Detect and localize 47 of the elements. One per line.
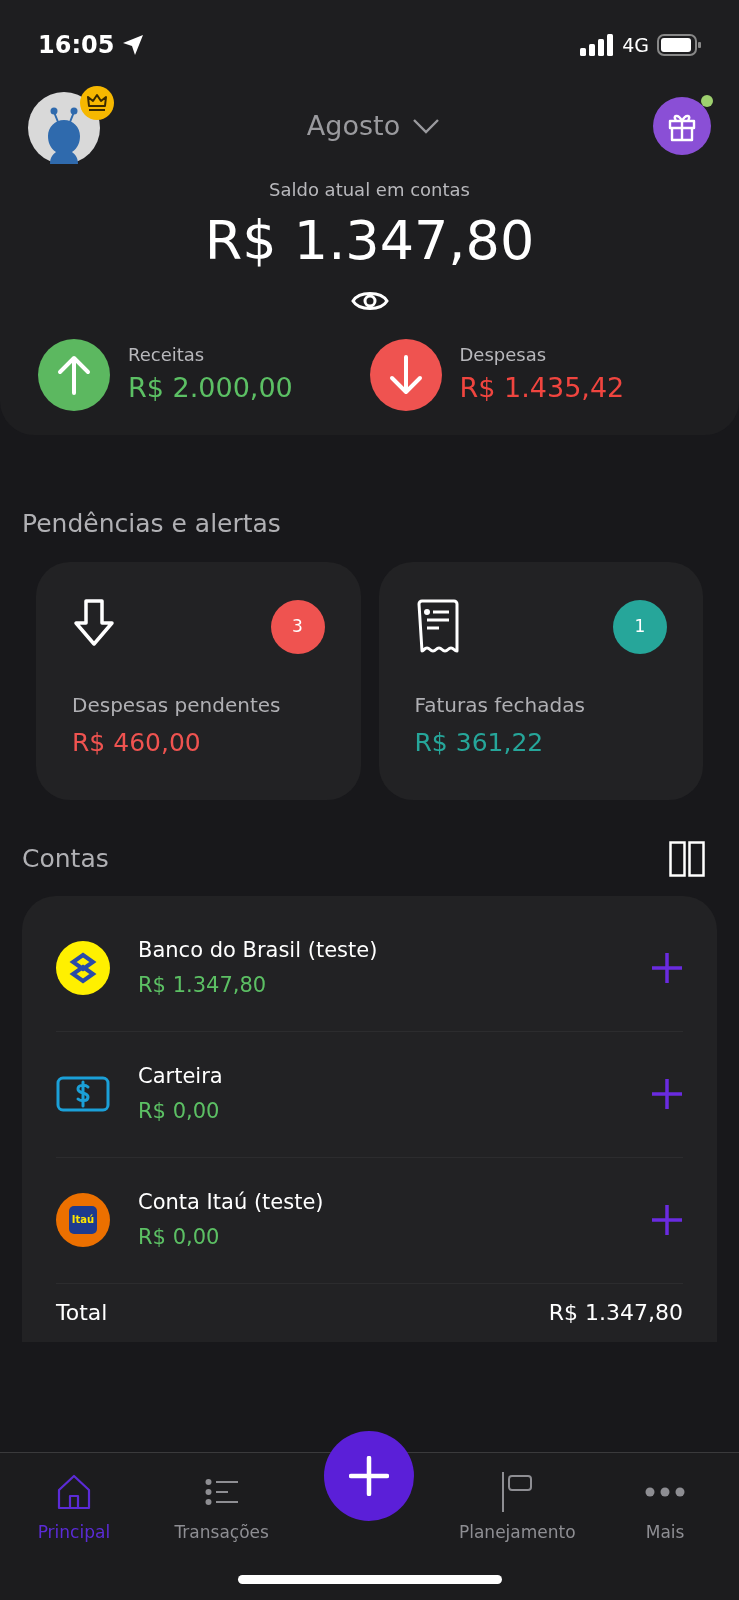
clock-time: 16:05 (38, 30, 115, 61)
summary-amount: R$ 2.000,00 (128, 370, 293, 405)
alert-amount: R$ 460,00 (72, 727, 202, 759)
balance-amount: R$ 1.347,80 (204, 208, 535, 274)
summary-label: Receitas (128, 342, 206, 367)
plus-icon (349, 1456, 390, 1496)
account-name: Banco do Brasil (teste) (138, 936, 379, 964)
account-name: Carteira (138, 1062, 224, 1090)
total-amount: R$ 1.347,80 (548, 1299, 683, 1327)
gift-icon[interactable] (653, 97, 711, 155)
battery-icon (657, 34, 701, 56)
alert-label: Faturas fechadas (414, 692, 586, 719)
month-selector[interactable]: Agosto (306, 105, 441, 147)
location-arrow-icon (122, 34, 145, 56)
section-title: Contas (22, 843, 109, 875)
alert-card[interactable]: 3 Despesas pendentes R$ 460,00 (36, 562, 361, 800)
count-badge: 1 (613, 600, 667, 654)
list-icon (204, 1478, 239, 1505)
crown-badge-icon (80, 86, 114, 120)
alert-card[interactable]: 1 Faturas fechadas R$ 361,22 (378, 562, 703, 800)
count-badge: 3 (270, 600, 325, 654)
account-balance: R$ 0,00 (138, 1098, 221, 1125)
account-balance: R$ 1.347,80 (138, 972, 268, 999)
balance-label: Saldo atual em contas (269, 178, 470, 202)
summary-label: Despesas (459, 342, 548, 367)
bank-logo: Itaú (56, 1193, 110, 1247)
flag-icon (501, 1471, 534, 1512)
columns-icon[interactable] (669, 840, 705, 877)
total-label: Total (56, 1299, 108, 1327)
down-arrow-icon (72, 598, 116, 648)
bank-logo-icon (56, 941, 110, 995)
account-balance: R$ 0,00 (138, 1224, 221, 1251)
tab-item[interactable]: Planejamento (443, 1453, 592, 1547)
alert-amount: R$ 361,22 (414, 727, 545, 759)
network-label: 4G (622, 32, 649, 58)
signal-icon (580, 34, 615, 56)
more-icon (645, 1486, 686, 1497)
home-icon (56, 1473, 91, 1510)
avatar-drawing[interactable] (28, 92, 100, 164)
summary-amount: R$ 1.435,42 (459, 370, 625, 405)
chevron-down-icon (412, 118, 441, 134)
tab-item[interactable]: Transações (147, 1453, 296, 1547)
account-name: Conta Itaú (teste) (138, 1188, 325, 1216)
section-title: Pendências e alertas (22, 507, 282, 540)
alert-label: Despesas pendentes (72, 692, 282, 719)
cash-icon (56, 1076, 110, 1112)
tab-item[interactable]: Mais (591, 1453, 739, 1547)
